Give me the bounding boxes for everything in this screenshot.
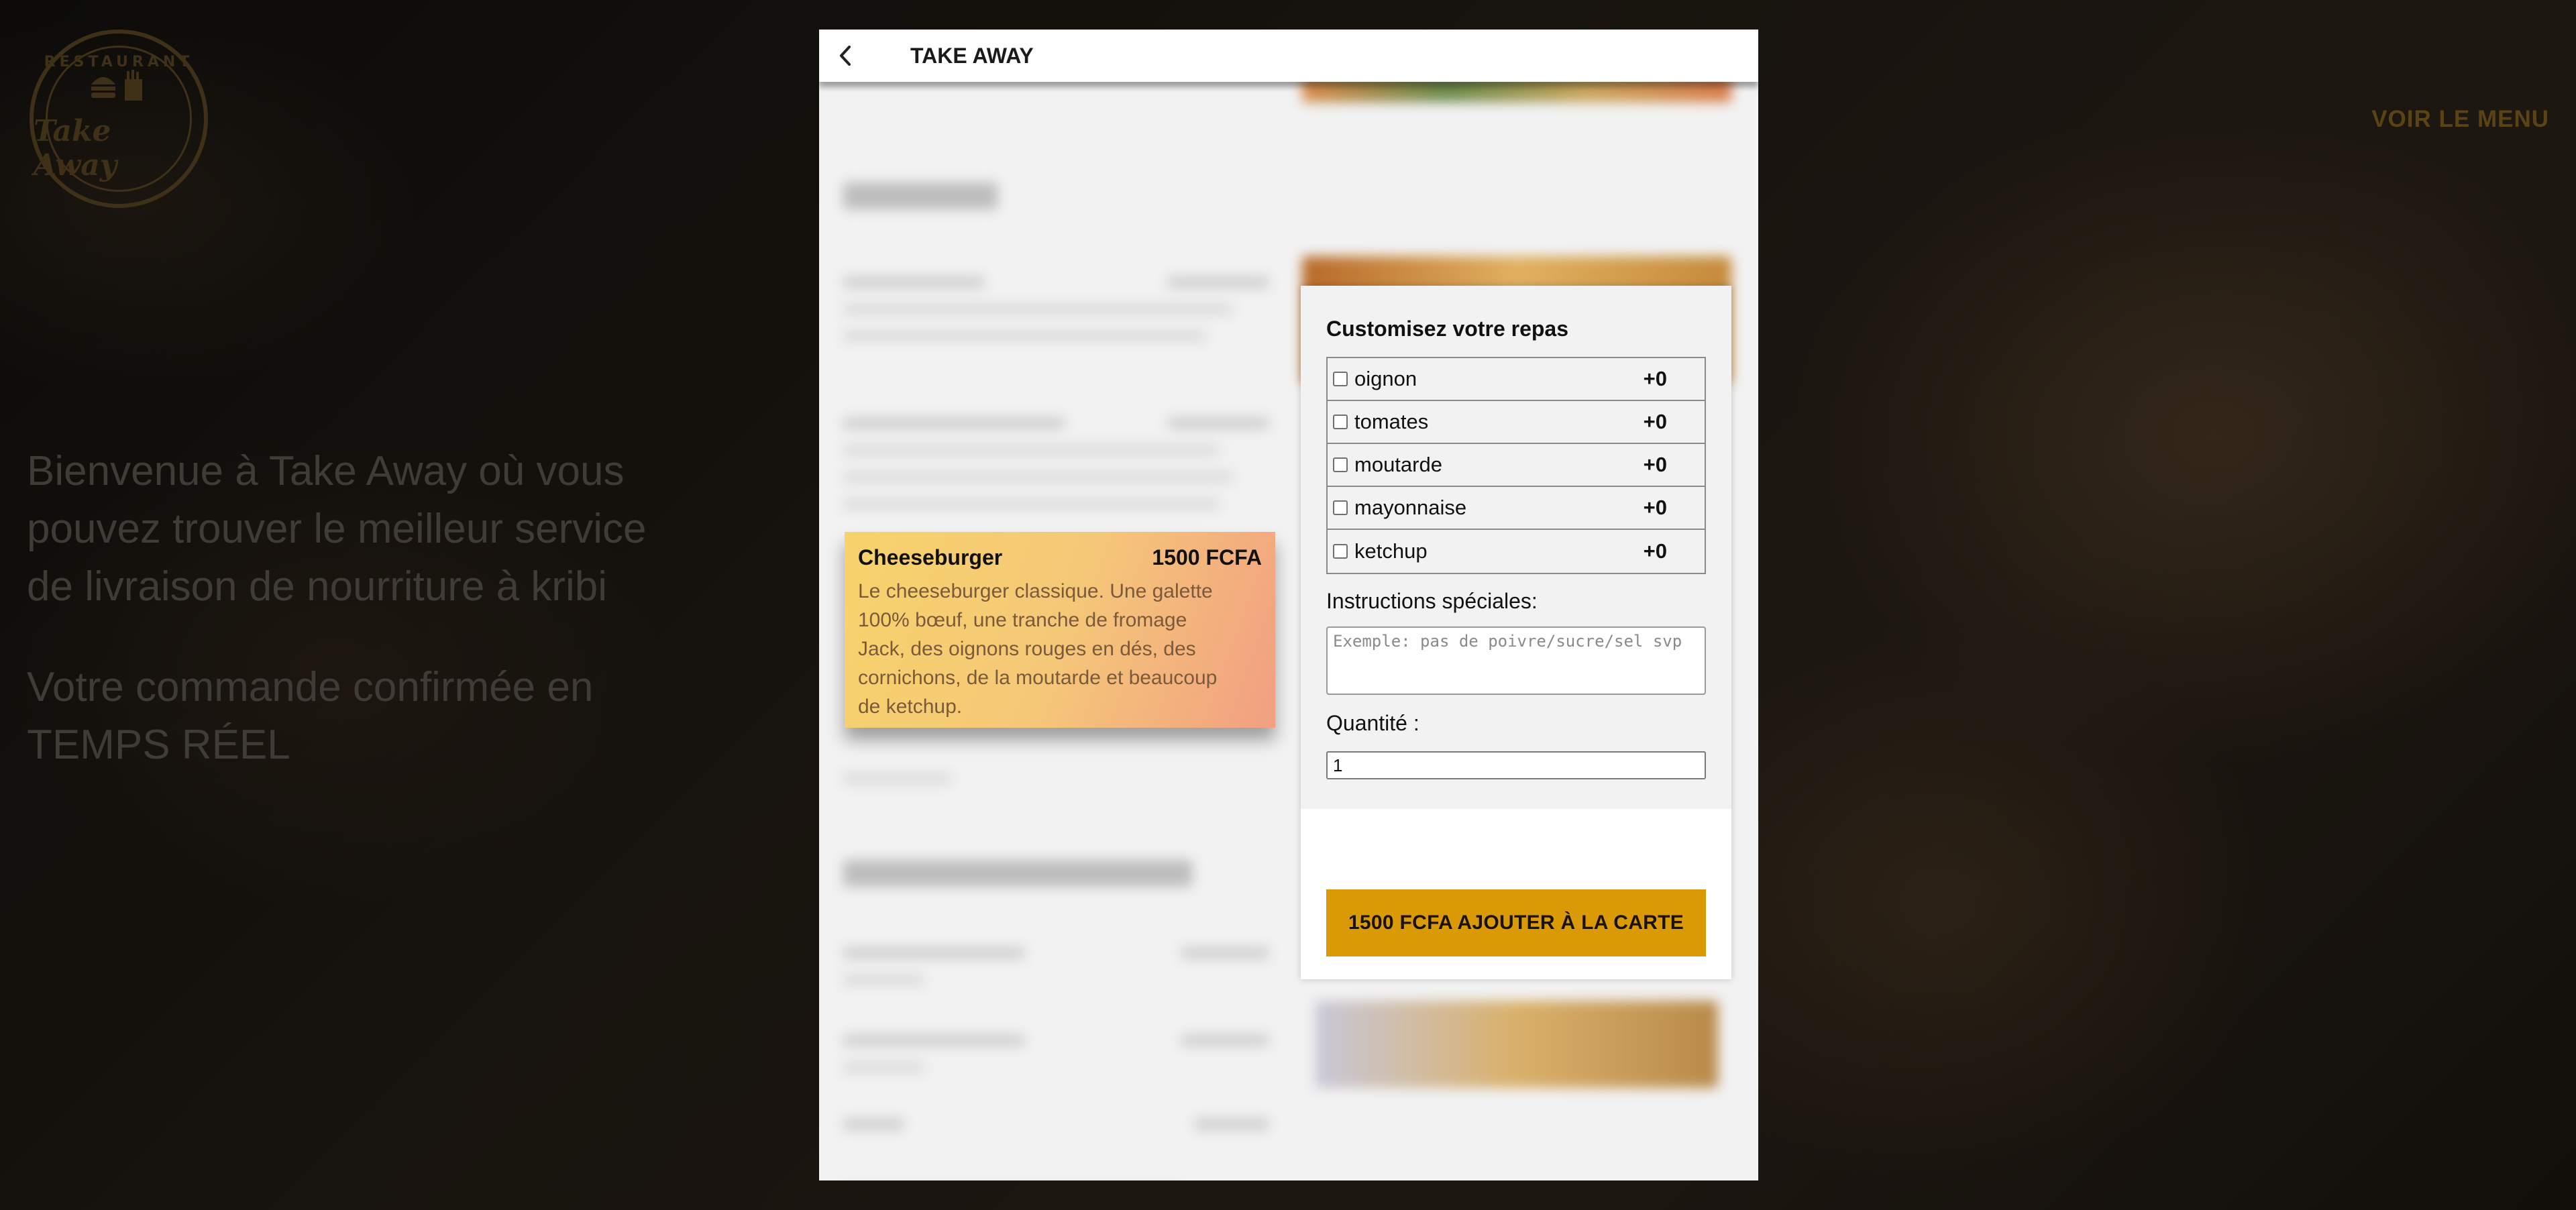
modal-app-bar: TAKE AWAY (819, 30, 1758, 82)
blurred-text-line (843, 1118, 904, 1130)
options-table: oignon +0 tomates +0 moutarde +0 mayonna… (1326, 357, 1706, 574)
blurred-text-line (843, 303, 1232, 315)
blurred-text-line (1168, 417, 1269, 429)
add-to-cart-button[interactable]: 1500 FCFA AJOUTER À LA CARTE (1326, 889, 1706, 956)
option-label: mayonnaise (1354, 496, 1467, 519)
option-row-ketchup[interactable]: ketchup +0 (1328, 530, 1705, 573)
item-price: 1500 FCFA (1152, 545, 1262, 569)
blurred-text-line (1181, 1034, 1269, 1046)
special-instructions-label: Instructions spéciales: (1326, 589, 1538, 613)
restaurant-logo[interactable]: RESTAURANT Take Away (30, 30, 208, 208)
blurred-text-line (1181, 947, 1269, 959)
menu-modal: TAKE AWAY Cheeseburger 1500 FCFA Le chee… (819, 30, 1758, 1180)
blurred-text-line (843, 444, 1219, 456)
option-label: ketchup (1354, 539, 1428, 563)
blurred-text-line (843, 1061, 924, 1073)
blurred-text-line (843, 498, 1219, 510)
selected-item-card[interactable]: Cheeseburger 1500 FCFA Le cheeseburger c… (845, 532, 1275, 728)
voir-le-menu-link[interactable]: VOIR LE MENU (2371, 106, 2549, 133)
option-label: oignon (1354, 367, 1417, 390)
option-checkbox[interactable] (1333, 415, 1348, 429)
quantity-input[interactable] (1326, 751, 1706, 779)
special-instructions-input[interactable] (1326, 626, 1706, 695)
blurred-text-line (843, 471, 1232, 483)
back-button[interactable] (819, 30, 873, 82)
logo-top-text: RESTAURANT (44, 54, 194, 70)
option-checkbox[interactable] (1333, 500, 1348, 515)
modal-title: TAKE AWAY (910, 43, 1034, 68)
item-header: Cheeseburger 1500 FCFA (858, 545, 1262, 570)
option-checkbox[interactable] (1333, 457, 1348, 472)
option-row-oignon[interactable]: oignon +0 (1328, 358, 1705, 401)
blurred-food-image (1316, 1001, 1718, 1088)
welcome-line-2: Votre commande confirmée en TEMPS RÉEL (27, 664, 594, 768)
welcome-line-1: Bienvenue à Take Away où vous pouvez tro… (27, 448, 647, 610)
option-checkbox[interactable] (1333, 372, 1348, 386)
item-description: Le cheeseburger classique. Une galette 1… (858, 580, 1218, 718)
option-price: +0 (1643, 539, 1667, 563)
blurred-text-line (843, 417, 1065, 429)
blurred-category-heading (843, 860, 1192, 887)
option-price: +0 (1643, 367, 1667, 390)
blurred-category-heading (843, 182, 998, 209)
option-row-moutarde[interactable]: moutarde +0 (1328, 444, 1705, 487)
blurred-text-line (843, 1034, 1024, 1046)
blurred-text-line (843, 276, 984, 288)
option-label: tomates (1354, 410, 1429, 433)
welcome-text: Bienvenue à Take Away où vous pouvez tro… (27, 443, 698, 817)
option-row-tomates[interactable]: tomates +0 (1328, 401, 1705, 444)
blurred-text-line (1168, 276, 1269, 288)
chevron-left-icon (840, 46, 851, 66)
quantity-label: Quantité : (1326, 711, 1419, 735)
option-row-mayonnaise[interactable]: mayonnaise +0 (1328, 487, 1705, 530)
blurred-text-line (843, 947, 1024, 959)
option-checkbox[interactable] (1333, 544, 1348, 559)
item-name: Cheeseburger (858, 545, 1003, 569)
option-label: moutarde (1354, 453, 1442, 476)
option-price: +0 (1643, 496, 1667, 519)
option-price: +0 (1643, 410, 1667, 433)
blurred-text-line (1195, 1118, 1269, 1130)
blurred-text-line (843, 773, 951, 785)
option-price: +0 (1643, 453, 1667, 476)
customize-panel: Customisez votre repas oignon +0 tomates… (1301, 286, 1731, 979)
customize-title: Customisez votre repas (1326, 317, 1569, 341)
blurred-text-line (843, 974, 924, 986)
blurred-text-line (843, 330, 1205, 342)
